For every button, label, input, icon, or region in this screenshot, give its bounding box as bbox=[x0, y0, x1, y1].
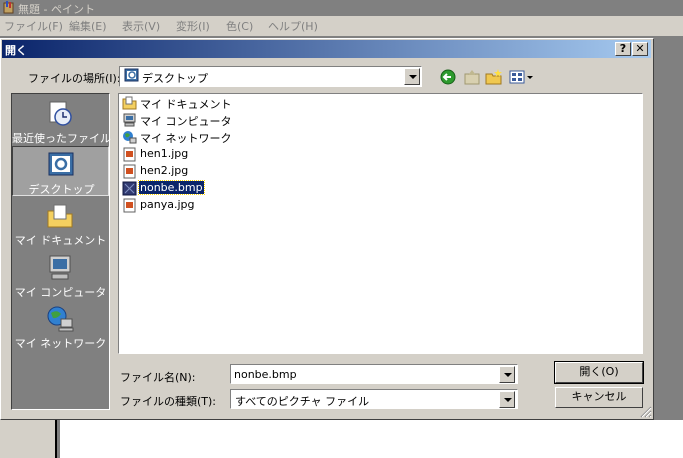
recent-icon bbox=[49, 101, 72, 126]
lookin-dropdown-button[interactable] bbox=[404, 68, 420, 85]
my-computer-icon bbox=[49, 255, 71, 280]
filetype-dropdown-button[interactable] bbox=[499, 391, 515, 408]
place-label: マイ コンピュータ bbox=[14, 286, 107, 299]
place-desktop[interactable]: デスクトップ bbox=[12, 146, 109, 196]
network-icon bbox=[123, 131, 137, 144]
cancel-button[interactable]: キャンセル bbox=[555, 387, 643, 408]
my-documents-icon bbox=[47, 204, 73, 228]
jpg-icon bbox=[123, 198, 136, 213]
paint-app-icon bbox=[3, 1, 14, 14]
menu-colors[interactable]: 色(C) bbox=[226, 18, 253, 34]
place-label: 最近使ったファイル bbox=[12, 132, 111, 145]
place-my-computer[interactable]: マイ コンピュータ bbox=[12, 250, 109, 300]
view-menu-icon[interactable] bbox=[508, 68, 534, 86]
filename-input[interactable] bbox=[230, 364, 518, 384]
back-icon[interactable] bbox=[438, 68, 458, 86]
menu-image[interactable]: 変形(I) bbox=[176, 18, 210, 34]
dialog-titlebar[interactable] bbox=[2, 40, 651, 58]
menu-file[interactable]: ファイル(F) bbox=[4, 18, 63, 34]
menu-view[interactable]: 表示(V) bbox=[122, 18, 160, 34]
file-name: マイ コンピュータ bbox=[140, 115, 232, 128]
lookin-label: ファイルの場所(I): bbox=[28, 72, 121, 85]
place-recent[interactable]: 最近使ったファイル bbox=[12, 96, 111, 146]
up-folder-icon[interactable] bbox=[462, 68, 482, 86]
jpg-icon bbox=[123, 147, 136, 162]
paint-canvas[interactable] bbox=[60, 420, 683, 458]
file-name: hen1.jpg bbox=[140, 147, 189, 160]
computer-icon bbox=[123, 113, 136, 127]
filetype-label: ファイルの種類(T): bbox=[120, 395, 217, 408]
new-folder-icon[interactable] bbox=[484, 68, 504, 86]
desktop-icon bbox=[48, 152, 74, 176]
bmp-icon bbox=[122, 181, 137, 196]
dialog-title: 開く bbox=[5, 44, 27, 57]
place-my-network[interactable]: マイ ネットワーク bbox=[12, 301, 109, 351]
menu-edit[interactable]: 編集(E) bbox=[69, 18, 107, 34]
file-name: nonbe.bmp bbox=[138, 180, 205, 195]
lookin-value: デスクトップ bbox=[142, 72, 208, 85]
menu-help[interactable]: ヘルプ(H) bbox=[268, 18, 318, 34]
paint-titlebar bbox=[0, 0, 683, 16]
folder-icon bbox=[122, 96, 137, 110]
help-button[interactable]: ? bbox=[615, 42, 631, 56]
filetype-value: すべてのピクチャ ファイル bbox=[235, 395, 370, 408]
desktop-icon bbox=[124, 68, 139, 82]
place-label: デスクトップ bbox=[28, 183, 95, 196]
place-label: マイ ネットワーク bbox=[14, 337, 107, 350]
paint-toolbox bbox=[0, 420, 57, 458]
file-name: マイ ドキュメント bbox=[140, 98, 232, 111]
file-name: マイ ネットワーク bbox=[140, 132, 232, 145]
place-label: マイ ドキュメント bbox=[14, 234, 107, 247]
place-my-documents[interactable]: マイ ドキュメント bbox=[12, 198, 109, 248]
open-button[interactable]: 開く(O) bbox=[554, 361, 644, 384]
close-button[interactable]: ✕ bbox=[632, 42, 648, 56]
resize-grip-icon[interactable] bbox=[638, 404, 652, 418]
paint-window-title: 無題 - ペイント bbox=[18, 3, 95, 16]
filename-dropdown-button[interactable] bbox=[499, 366, 515, 383]
my-network-icon bbox=[47, 306, 74, 332]
file-name: panya.jpg bbox=[140, 198, 195, 211]
jpg-icon bbox=[123, 164, 136, 179]
file-name: hen2.jpg bbox=[140, 164, 189, 177]
filename-label: ファイル名(N): bbox=[120, 371, 196, 384]
